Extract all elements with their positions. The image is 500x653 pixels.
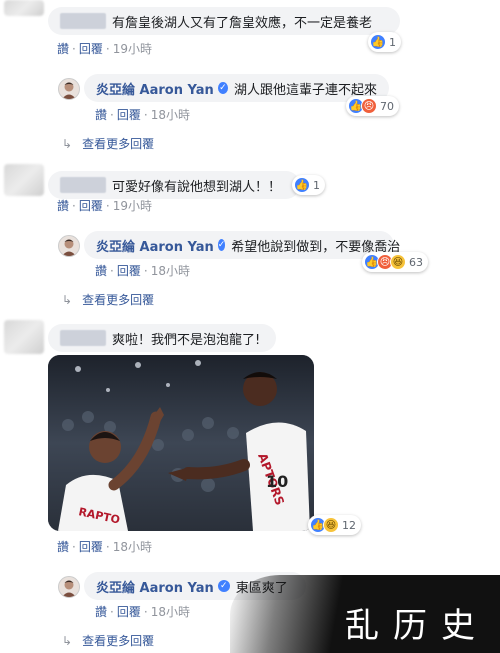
timestamp[interactable]: 19小時 [113,199,152,213]
comment-actions: 讚 · 回覆 · 19小時 [57,42,152,56]
reaction-summary[interactable]: 👍 😠 70 [346,96,399,116]
reply-actions: 讚 · 回覆 · 18小時 [95,605,190,619]
reply-link[interactable]: 回覆 [79,42,103,56]
reply-text: 湖人跟他這輩子連不起來 [233,82,377,98]
reply-bubble: 炎亞綸 Aaron Yan ✓ 湖人跟他這輩子連不起來 [84,74,389,102]
reaction-summary[interactable]: 👍 😆 12 [308,515,361,535]
view-more-replies[interactable]: ↳ 查看更多回覆 [62,632,154,649]
reply-author[interactable]: 炎亞綸 Aaron Yan [96,79,214,98]
like-link[interactable]: 讚 [57,42,69,56]
like-link[interactable]: 讚 [57,199,69,213]
reply-actions: 讚 · 回覆 · 18小時 [95,108,190,122]
timestamp[interactable]: 18小時 [151,605,190,619]
view-more-replies-label[interactable]: 查看更多回覆 [82,135,154,152]
verified-icon: ✓ [217,580,230,592]
commenter-name-redacted[interactable] [60,177,106,193]
verified-icon: ✓ [217,239,226,251]
like-link[interactable]: 讚 [95,108,107,122]
reply-link[interactable]: 回覆 [79,540,103,554]
reaction-summary[interactable]: 👍 1 [292,175,325,195]
timestamp[interactable]: 18小時 [113,540,152,554]
haha-icon: 😆 [323,517,339,533]
reply-arrow-icon: ↳ [62,633,73,648]
comment-text: 爽啦！我們不是泡泡龍了! [112,332,261,348]
reaction-summary[interactable]: 👍 😠 😆 63 [362,252,428,272]
reply-actions: 讚 · 回覆 · 18小時 [95,264,190,278]
reaction-count: 12 [342,518,356,532]
comment-avatar-blurred[interactable] [4,0,44,16]
commenter-name-redacted[interactable] [60,13,106,29]
reaction-count: 1 [389,35,396,49]
reaction-count: 70 [380,99,394,113]
reply-arrow-icon: ↳ [62,136,73,151]
comment-actions: 讚 · 回覆 · 18小時 [57,540,152,554]
reply-arrow-icon: ↳ [62,292,73,307]
reply-avatar-aaron[interactable] [58,78,80,100]
comment-bubble: 爽啦！我們不是泡泡龍了! [48,324,276,352]
reply-bubble: 炎亞綸 Aaron Yan ✓ 希望他說到做到，不要像喬治 [84,231,400,259]
like-link[interactable]: 讚 [95,264,107,278]
photo-jersey-number: 10 [266,472,288,491]
timestamp[interactable]: 19小時 [113,42,152,56]
view-more-replies[interactable]: ↳ 查看更多回覆 [62,135,154,152]
timestamp[interactable]: 18小時 [151,108,190,122]
comment-avatar-blurred[interactable] [4,164,44,196]
reply-link[interactable]: 回覆 [117,605,141,619]
like-link[interactable]: 讚 [95,605,107,619]
reply-link[interactable]: 回覆 [117,108,141,122]
like-link[interactable]: 讚 [57,540,69,554]
timestamp[interactable]: 18小時 [151,264,190,278]
reply-author[interactable]: 炎亞綸 Aaron Yan [96,236,214,255]
reaction-summary[interactable]: 👍 1 [368,32,401,52]
view-more-replies-label[interactable]: 查看更多回覆 [82,291,154,308]
comment-actions: 讚 · 回覆 · 19小時 [57,199,152,213]
comment-photo[interactable]: RAPTO APTORS 10 [48,355,314,531]
reply-link[interactable]: 回覆 [117,264,141,278]
haha-icon: 😆 [390,254,406,270]
reaction-count: 63 [409,255,423,269]
reply-link[interactable]: 回覆 [79,199,103,213]
reaction-count: 1 [313,178,320,192]
verified-icon: ✓ [217,82,228,94]
comment-bubble: 可愛好像有說他想到湖人！！ [48,171,300,199]
watermark-text: 乱历史 [345,606,489,646]
view-more-replies-label[interactable]: 查看更多回覆 [82,632,154,649]
view-more-replies[interactable]: ↳ 查看更多回覆 [62,291,154,308]
comment-text: 可愛好像有說他想到湖人！！ [112,179,282,195]
reply-avatar-aaron[interactable] [58,235,80,257]
comment-avatar-blurred[interactable] [4,320,44,354]
angry-icon: 😠 [361,98,377,114]
reply-author[interactable]: 炎亞綸 Aaron Yan [96,577,214,596]
like-icon: 👍 [294,177,310,193]
comment-text: 有詹皇後湖人又有了詹皇效應，不一定是養老 [112,15,373,31]
commenter-name-redacted[interactable] [60,330,106,346]
like-icon: 👍 [370,34,386,50]
comment-bubble: 有詹皇後湖人又有了詹皇效應，不一定是養老 [48,7,400,35]
reply-avatar-aaron[interactable] [58,576,80,598]
